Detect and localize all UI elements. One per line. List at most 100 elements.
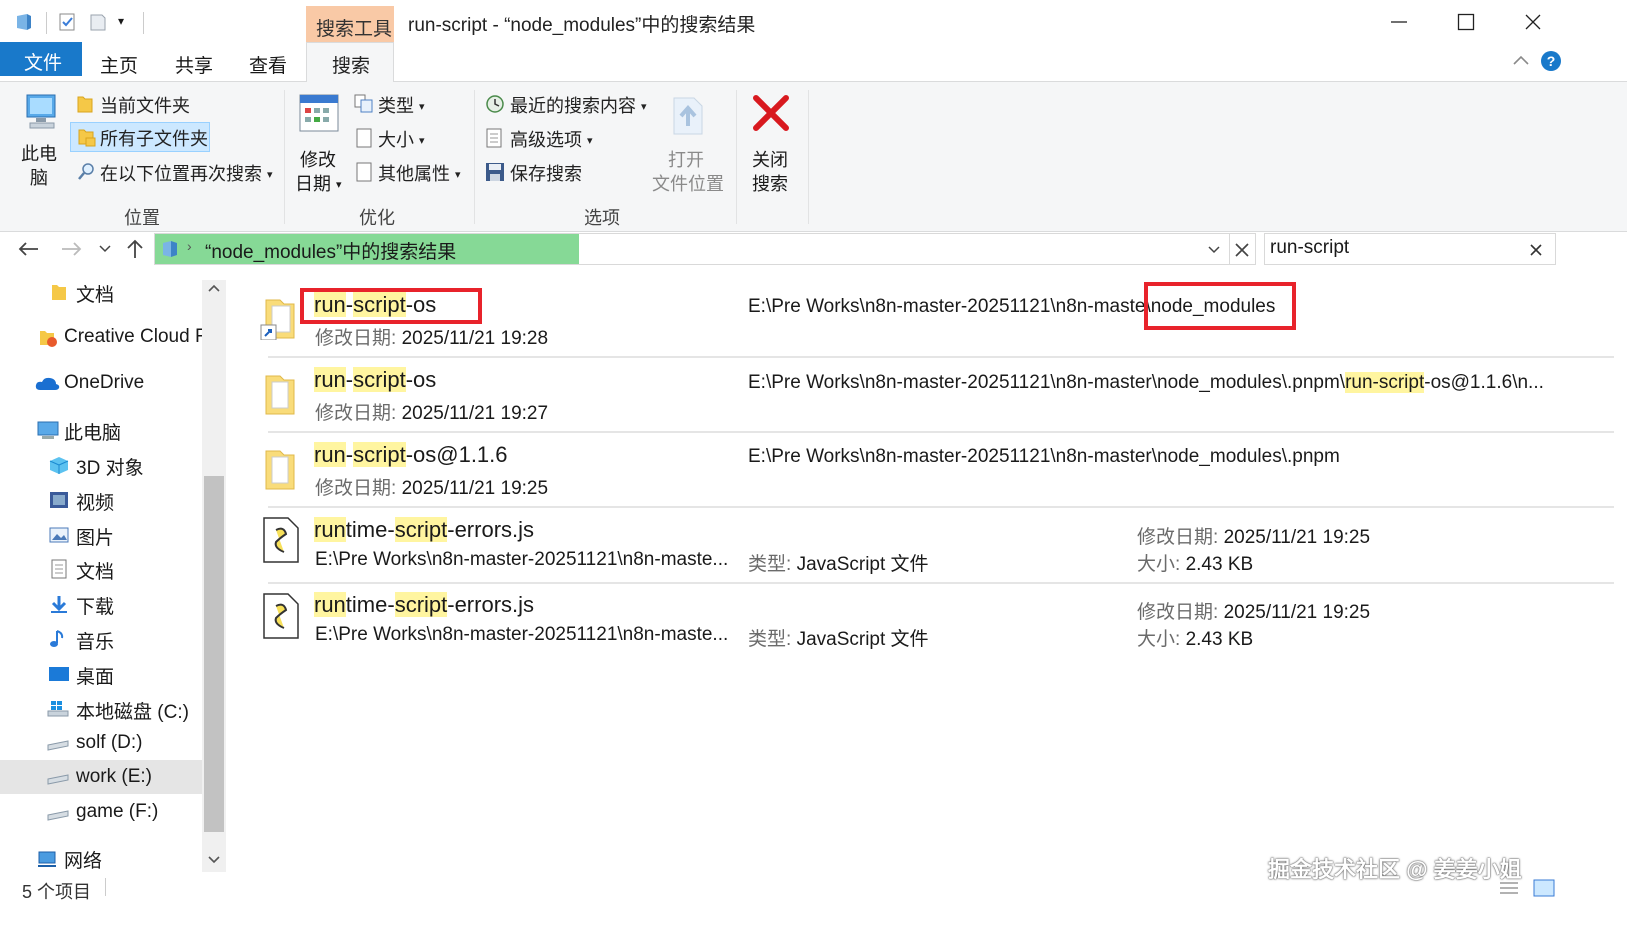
pictures-icon <box>49 527 69 543</box>
save-search-button[interactable]: 保存搜索 <box>482 158 612 186</box>
up-arrow-icon[interactable] <box>124 238 146 260</box>
address-path[interactable]: “node_modules”中的搜索结果 <box>205 237 456 264</box>
scrollbar-thumb[interactable] <box>204 476 224 832</box>
desktop-icon <box>49 667 69 681</box>
result-name: runtime-script-errors.js <box>314 517 535 542</box>
minimize-icon[interactable] <box>1389 12 1409 32</box>
download-arrow-icon <box>51 596 67 613</box>
drive-icon <box>47 774 69 785</box>
sidebar-item-label: work (E:) <box>76 766 152 787</box>
explorer-app-icon[interactable] <box>14 12 34 32</box>
documents-icon <box>51 559 67 579</box>
sidebar-item-label: 此电脑 <box>64 423 122 444</box>
tab-search-label: 搜索 <box>332 56 371 77</box>
sidebar-item-label: 音乐 <box>76 632 115 653</box>
result-size: 大小: 2.43 KB <box>1137 554 1254 575</box>
save-icon <box>486 163 504 181</box>
large-icons-view-icon[interactable] <box>1532 878 1556 898</box>
sidebar-item-label: 本地磁盘 (C:) <box>76 702 189 723</box>
ribbon-panel: 此电 脑 当前文件夹 所有子文件夹 在以下位置再次搜索 位置 修改 日期 类型 … <box>0 82 1627 232</box>
quick-access-dropdown-icon[interactable]: ▾ <box>118 14 124 28</box>
tab-share[interactable]: 共享 <box>175 51 213 78</box>
sidebar-item-label: Creative Cloud Fi <box>64 326 211 347</box>
network-icon <box>38 851 56 867</box>
collapse-ribbon-icon[interactable] <box>1511 52 1531 68</box>
group-label-options: 选项 <box>584 208 620 228</box>
tab-search[interactable]: 搜索 <box>306 42 394 83</box>
kind-label: 类型 <box>378 92 425 118</box>
tab-file-label: 文件 <box>24 53 63 74</box>
size-button[interactable]: 大小 <box>352 124 462 152</box>
sidebar-item-label: 图片 <box>76 528 115 549</box>
properties-quick-icon[interactable] <box>57 12 77 32</box>
date-modified-button[interactable]: 修改 日期 <box>292 88 350 194</box>
tab-home[interactable]: 主页 <box>100 51 138 78</box>
3d-objects-icon <box>49 457 69 474</box>
search-again-button[interactable]: 在以下位置再次搜索 <box>72 158 282 186</box>
close-search-label-2: 搜索 <box>752 174 788 194</box>
address-dropdown-icon[interactable] <box>1207 244 1221 256</box>
all-subfolders-button[interactable]: 所有子文件夹 <box>70 122 210 152</box>
cancel-search-icon[interactable] <box>1233 241 1251 259</box>
all-subfolders-label: 所有子文件夹 <box>100 129 208 149</box>
watermark: 掘金技术社区 @ 姜姜小姐 <box>1268 857 1522 882</box>
drive-icon <box>47 810 69 821</box>
search-again-label: 在以下位置再次搜索 <box>100 160 273 186</box>
annotation-box-name <box>300 288 482 324</box>
address-bar[interactable]: › “node_modules”中的搜索结果 <box>154 233 1256 265</box>
sidebar-item-label: 网络 <box>64 851 103 872</box>
sidebar-item-label: OneDrive <box>64 372 145 393</box>
folder-shortcut-icon <box>260 299 295 340</box>
date-modified-label-2: 日期 <box>295 170 342 196</box>
open-location-label-1: 打开 <box>668 150 704 170</box>
javascript-file-icon <box>263 593 299 639</box>
maximize-icon[interactable] <box>1456 12 1476 32</box>
result-path: E:\Pre Works\n8n-master-20251121\n8n-mas… <box>748 446 1340 467</box>
new-folder-quick-icon[interactable] <box>88 12 108 32</box>
kind-icon <box>354 94 373 113</box>
tab-file[interactable]: 文件 <box>0 42 82 76</box>
advanced-options-button[interactable]: 高级选项 <box>482 124 612 152</box>
back-arrow-icon[interactable] <box>16 239 40 259</box>
tab-view[interactable]: 查看 <box>249 51 287 78</box>
result-date: 修改日期: 2025/11/21 19:27 <box>315 403 549 424</box>
recent-locations-icon[interactable] <box>98 243 112 255</box>
open-location-icon <box>673 97 703 135</box>
video-icon <box>50 492 68 508</box>
this-pc-button[interactable]: 此电 脑 <box>10 88 66 192</box>
clear-search-icon[interactable] <box>1529 243 1543 257</box>
kind-button[interactable]: 类型 <box>352 90 462 118</box>
result-size: 大小: 2.43 KB <box>1137 629 1254 650</box>
this-pc-icon <box>37 421 59 439</box>
sidebar-item-label: 文档 <box>76 285 115 306</box>
ribbon-tabs: 文件 主页 共享 查看 搜索 ? <box>0 42 1627 83</box>
help-icon[interactable]: ? <box>1540 50 1562 72</box>
scroll-down-icon[interactable] <box>207 854 221 866</box>
other-properties-button[interactable]: 其他属性 <box>352 158 472 186</box>
sidebar-item-label: 3D 对象 <box>76 458 144 479</box>
search-input[interactable]: run-script <box>1270 237 1349 259</box>
recent-searches-icon <box>486 95 504 113</box>
folder-icon <box>52 285 66 300</box>
close-search-button[interactable]: 关闭 搜索 <box>744 88 800 194</box>
forward-arrow-icon[interactable] <box>60 239 84 259</box>
folder-icon <box>265 450 295 490</box>
scroll-up-icon[interactable] <box>207 282 221 294</box>
result-name: run-script-os <box>314 367 437 392</box>
group-label-location: 位置 <box>124 208 160 228</box>
close-window-icon[interactable] <box>1523 12 1543 32</box>
result-name: run-script-os@1.1.6 <box>314 442 508 467</box>
result-path: E:\Pre Works\n8n-master-20251121\n8n-mas… <box>315 624 729 645</box>
navigation-pane: 文档 Creative Cloud Fi OneDrive 此电脑 3D 对象 … <box>0 280 236 910</box>
sidebar-scrollbar[interactable] <box>202 280 226 872</box>
date-modified-label-1: 修改 <box>300 150 336 170</box>
sidebar-item-label: 下载 <box>76 597 115 618</box>
creative-cloud-folder-icon <box>40 331 57 347</box>
context-tab-label: 搜索工具 <box>316 19 393 40</box>
current-folder-button[interactable]: 当前文件夹 <box>72 90 242 118</box>
breadcrumb-chevron-icon[interactable]: › <box>187 238 192 254</box>
search-again-icon <box>78 163 94 180</box>
search-box[interactable]: run-script <box>1264 233 1556 265</box>
recent-searches-button[interactable]: 最近的搜索内容 <box>482 90 652 118</box>
sidebar-item-drive-e[interactable]: work (E:) <box>0 760 202 794</box>
